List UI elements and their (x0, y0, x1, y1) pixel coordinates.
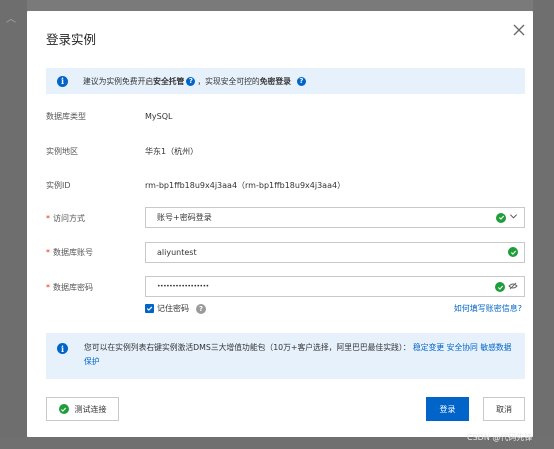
region-value: 华东1（杭州） (145, 147, 199, 156)
notice-text: 您可以在实例列表右键实例激活DMS三大增值功能包（10万+客户选择，阿里巴巴最佳… (84, 343, 411, 352)
instance-id-value: rm-bp1ffb18u9x4j3aa4（rm-bp1ffb18u9x4j3aa… (145, 181, 346, 190)
instance-id-label: 实例ID (46, 181, 71, 190)
hosting-help-icon[interactable]: ? (186, 76, 196, 86)
info-icon: i (57, 75, 68, 87)
instance-id-row: 实例ID rm-bp1ffb18u9x4j3aa4（rm-bp1ffb18u9x… (46, 180, 345, 191)
check-circle-icon (496, 212, 506, 223)
access-method-label: 访问方式 (53, 214, 85, 223)
required-mark: * (46, 248, 50, 257)
db-type-row: 数据库类型 MySQL (46, 111, 172, 122)
free-login-label: 免密登录 (259, 76, 291, 86)
secure-collab-link[interactable]: 安全协同 (447, 343, 478, 352)
db-password-row: * 数据库密码 (46, 282, 145, 293)
remember-checkbox[interactable] (145, 304, 154, 313)
remember-help-icon[interactable]: ? (196, 303, 206, 314)
chevron-up-icon: ︿ (6, 14, 16, 25)
stable-change-link[interactable]: 稳定变更 (413, 343, 444, 352)
required-mark: * (46, 283, 50, 292)
db-account-row: * 数据库账号 (46, 247, 145, 258)
cancel-button[interactable]: 取消 (483, 397, 525, 421)
db-password-label: 数据库密码 (53, 283, 93, 292)
remember-label: 记住密码 (157, 304, 189, 313)
db-password-input[interactable]: ••••••••••••••••• (145, 276, 525, 297)
test-connection-label: 测试连接 (74, 404, 107, 414)
info-text-prefix: 建议为实例免费开启 (83, 76, 154, 86)
howto-link[interactable]: 如何填写账密信息? (454, 303, 522, 314)
access-method-row: * 访问方式 (46, 213, 145, 224)
info-banner: i 建议为实例免费开启 安全托管 ? ，实现安全可控的 免密登录 ? (46, 68, 525, 94)
login-button[interactable]: 登录 (426, 397, 469, 421)
login-dialog: 登录实例 i 建议为实例免费开启 安全托管 ? ，实现安全可控的 免密登录 ? … (27, 11, 533, 437)
watermark: CSDN @代码先锋 (467, 433, 533, 442)
db-account-label: 数据库账号 (53, 248, 93, 257)
db-password-value: ••••••••••••••••• (157, 283, 209, 290)
hosting-label: 安全托管 (153, 76, 185, 86)
free-login-help-icon[interactable]: ? (296, 76, 306, 86)
db-type-label: 数据库类型 (46, 112, 86, 121)
db-type-value: MySQL (145, 112, 173, 121)
chevron-down-icon[interactable] (509, 212, 518, 223)
backdrop-left: ︿ (0, 0, 27, 449)
db-account-input[interactable]: aliyuntest (145, 242, 525, 263)
region-row: 实例地区 华东1（杭州） (46, 146, 198, 157)
region-label: 实例地区 (46, 147, 78, 156)
info-text-middle: ，实现安全可控的 (197, 76, 260, 86)
access-method-select[interactable]: 账号+密码登录 (145, 207, 525, 228)
check-circle-icon (495, 282, 505, 292)
db-account-value: aliyuntest (157, 248, 197, 257)
access-method-value: 账号+密码登录 (157, 213, 212, 222)
dialog-title: 登录实例 (46, 32, 97, 47)
notice-banner: i 您可以在实例列表右键实例激活DMS三大增值功能包（10万+客户选择，阿里巴巴… (46, 333, 525, 379)
check-circle-icon (508, 247, 518, 257)
required-mark: * (46, 214, 50, 223)
test-connection-button[interactable]: 测试连接 (46, 397, 119, 421)
eye-hidden-icon[interactable] (508, 281, 518, 293)
remember-password[interactable]: 记住密码 ? (145, 303, 206, 314)
backdrop-right (533, 0, 554, 449)
info-icon: i (57, 343, 68, 354)
close-icon[interactable] (511, 22, 527, 38)
check-circle-icon (58, 404, 69, 414)
